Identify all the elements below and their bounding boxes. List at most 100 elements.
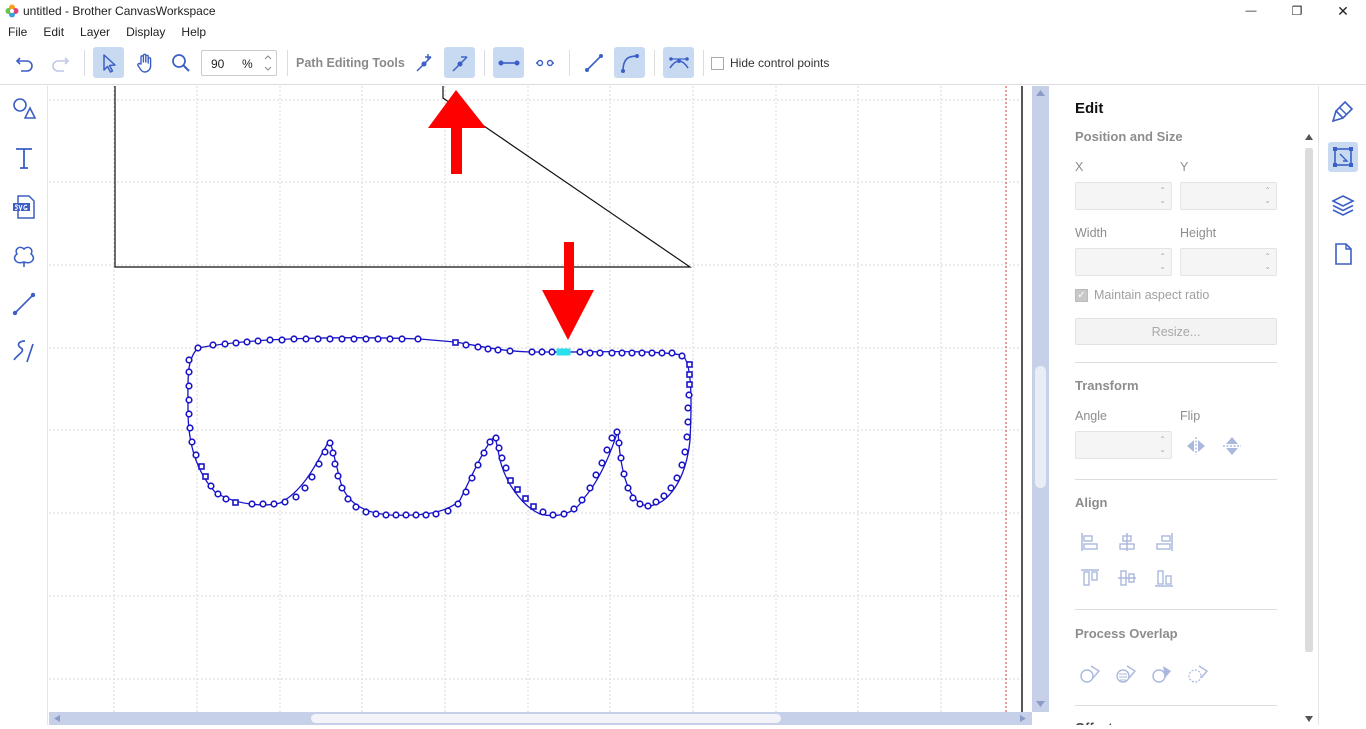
edited-path-outline[interactable] — [187, 337, 692, 517]
flip-horizontal-icon[interactable] — [1184, 434, 1208, 458]
x-stepper[interactable]: ⌃ ⌄ — [1159, 186, 1166, 206]
join-points-button[interactable] — [493, 47, 524, 78]
close-button[interactable]: ✕ — [1320, 0, 1366, 22]
menu-file[interactable]: File — [0, 22, 35, 42]
add-point-icon — [415, 53, 432, 72]
toolbar-separator — [569, 50, 570, 76]
pan-tool-button[interactable] — [129, 47, 160, 78]
menu-help[interactable]: Help — [173, 22, 214, 42]
toolbar-separator — [84, 50, 85, 76]
intersect-icon[interactable] — [1186, 662, 1210, 686]
selected-points[interactable] — [556, 348, 571, 356]
group-overlap-icon[interactable] — [1114, 662, 1138, 686]
edit-paintbrush-button[interactable] — [1328, 96, 1358, 126]
toolbar-separator — [703, 50, 704, 76]
curve-button[interactable] — [614, 47, 645, 78]
path-control-points[interactable] — [185, 335, 693, 519]
panel-divider — [1075, 705, 1277, 706]
zoom-stepper[interactable] — [262, 53, 274, 73]
scroll-up-icon[interactable] — [1035, 89, 1046, 97]
restore-icon: ❐ — [1291, 4, 1303, 18]
redo-icon — [51, 56, 69, 72]
undo-button[interactable] — [9, 47, 40, 78]
height-field[interactable]: ⌃ ⌄ — [1180, 248, 1277, 276]
zoom-unit: % — [242, 57, 253, 71]
weld-icon[interactable] — [1078, 662, 1102, 686]
canvas-drawing[interactable] — [49, 86, 1024, 712]
page-button[interactable] — [1328, 239, 1358, 269]
angle-field[interactable]: ⌃ ⌄ — [1075, 431, 1172, 459]
menu-display[interactable]: Display — [118, 22, 173, 42]
minimize-button[interactable]: — — [1228, 0, 1274, 22]
y-stepper[interactable]: ⌃ ⌄ — [1264, 186, 1271, 206]
shapes-tool-button[interactable] — [9, 94, 39, 124]
angle-label: Angle — [1075, 409, 1107, 423]
scroll-left-icon[interactable] — [53, 714, 61, 723]
hide-control-points-toggle[interactable]: Hide control points — [711, 56, 829, 70]
width-field[interactable]: ⌃ ⌄ — [1075, 248, 1172, 276]
restore-button[interactable]: ❐ — [1274, 0, 1320, 22]
menu-edit[interactable]: Edit — [35, 22, 72, 42]
layers-button[interactable] — [1328, 190, 1358, 220]
path-editing-tools-label: Path Editing Tools — [296, 56, 405, 70]
svg-import-button[interactable] — [9, 192, 39, 222]
toolbar-separator — [654, 50, 655, 76]
scroll-right-icon[interactable] — [1019, 714, 1027, 723]
panel-scroll-thumb[interactable] — [1305, 148, 1313, 652]
redo-button[interactable] — [44, 47, 75, 78]
select-tool-button[interactable] — [93, 47, 124, 78]
add-point-button[interactable] — [408, 47, 439, 78]
straight-line-button[interactable] — [578, 47, 609, 78]
maintain-aspect-ratio-checkbox[interactable]: ✓ — [1075, 288, 1088, 302]
smooth-point-button[interactable] — [663, 47, 694, 78]
freehand-tool-button[interactable] — [9, 336, 39, 366]
minimize-icon: — — [1245, 5, 1257, 17]
flip-label: Flip — [1180, 409, 1201, 423]
menu-layer[interactable]: Layer — [72, 22, 118, 42]
smooth-point-icon — [668, 56, 689, 68]
width-stepper[interactable]: ⌃ ⌄ — [1159, 252, 1166, 272]
pattern-tool-button[interactable] — [9, 241, 39, 271]
canvas-vertical-scrollbar[interactable] — [1032, 86, 1049, 712]
maintain-aspect-ratio-toggle[interactable]: ✓ Maintain aspect ratio — [1075, 288, 1209, 302]
resize-button[interactable]: Resize... — [1075, 318, 1277, 345]
transform-heading: Transform — [1075, 378, 1139, 393]
hand-icon — [136, 53, 151, 73]
pattern-icon — [13, 246, 35, 267]
rectangle-shape[interactable] — [114, 86, 692, 268]
panel-scroll-up-icon[interactable] — [1305, 134, 1313, 140]
align-top-icon[interactable] — [1078, 566, 1102, 590]
vertical-scroll-thumb[interactable] — [1035, 366, 1046, 488]
drawing-canvas[interactable] — [49, 86, 1024, 712]
x-field[interactable]: ⌃ ⌄ — [1075, 182, 1172, 210]
text-tool-button[interactable] — [9, 143, 39, 173]
horizontal-scroll-thumb[interactable] — [311, 714, 781, 723]
panel-divider — [1075, 479, 1277, 480]
angle-stepper[interactable]: ⌃ ⌄ — [1159, 435, 1166, 455]
panel-scroll-down-icon[interactable] — [1305, 716, 1313, 722]
curve-icon — [620, 53, 639, 73]
maintain-aspect-ratio-label: Maintain aspect ratio — [1094, 288, 1210, 302]
split-point-button[interactable] — [529, 47, 560, 78]
align-center-icon[interactable] — [1115, 530, 1139, 554]
align-right-icon[interactable] — [1152, 530, 1176, 554]
line-tool-button[interactable] — [9, 289, 39, 319]
edit-transform-button[interactable] — [1328, 142, 1358, 172]
close-icon: ✕ — [1337, 2, 1349, 19]
zoom-level-input[interactable]: 90 % — [201, 50, 277, 76]
flip-vertical-icon[interactable] — [1220, 434, 1244, 458]
delete-point-button[interactable] — [444, 47, 475, 78]
canvas-horizontal-scrollbar[interactable] — [49, 712, 1032, 725]
zoom-value: 90 — [211, 57, 225, 71]
align-left-icon[interactable] — [1078, 530, 1102, 554]
y-field[interactable]: ⌃ ⌄ — [1180, 182, 1277, 210]
subtract-icon[interactable] — [1150, 662, 1174, 686]
y-label: Y — [1180, 160, 1189, 174]
height-stepper[interactable]: ⌃ ⌄ — [1264, 252, 1271, 272]
align-bottom-icon[interactable] — [1152, 566, 1176, 590]
align-middle-icon[interactable] — [1115, 566, 1139, 590]
zoom-tool-button[interactable] — [165, 47, 196, 78]
scroll-down-icon[interactable] — [1035, 700, 1046, 708]
panel-scrollbar[interactable] — [1305, 130, 1313, 722]
hide-control-points-checkbox[interactable] — [711, 56, 724, 70]
